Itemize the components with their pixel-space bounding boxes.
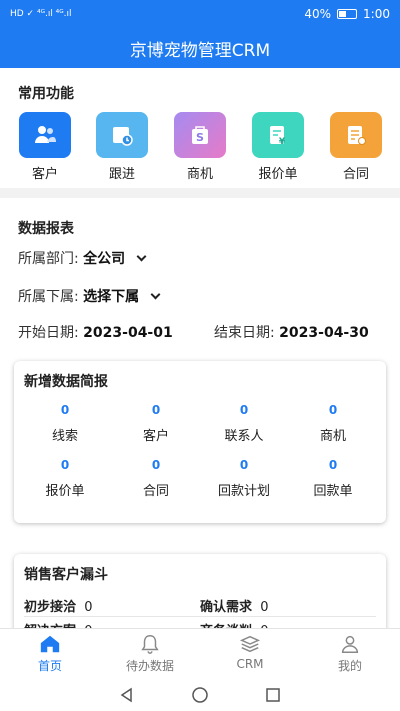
stat-label: 联系人 bbox=[224, 429, 264, 444]
recents-square-icon[interactable] bbox=[264, 686, 282, 704]
stat-value: 0 bbox=[239, 403, 249, 417]
stat-label: 客户 bbox=[142, 429, 169, 444]
status-bar: HD ✓ ⁴ᴳ.ıl ⁴ᴳ.ıl 40% 1:00 bbox=[0, 0, 400, 28]
department-selector[interactable]: 所属部门: 全公司 bbox=[18, 248, 147, 268]
bell-icon bbox=[141, 635, 159, 654]
chevron-down-icon bbox=[150, 289, 161, 300]
funnel-title: 销售客户漏斗 bbox=[24, 567, 108, 583]
battery-icon bbox=[337, 9, 358, 19]
bottom-tab-bar: 首页 待办数据 CRM 我的 bbox=[0, 628, 400, 678]
app-title: 京博宠物管理CRM bbox=[129, 40, 271, 61]
stat-contacts[interactable]: 0 联系人 bbox=[198, 403, 290, 444]
tab-label: CRM bbox=[236, 657, 264, 671]
stat-value: 0 bbox=[239, 458, 249, 472]
end-date-field[interactable]: 结束日期: 2023-04-30 bbox=[214, 322, 369, 342]
start-date-label: 开始日期: bbox=[18, 325, 79, 341]
quick-functions-title: 常用功能 bbox=[18, 86, 74, 102]
stat-payment-plans[interactable]: 0 回款计划 bbox=[198, 458, 290, 499]
stat-quotes[interactable]: 0 报价单 bbox=[19, 458, 111, 499]
stat-value: 0 bbox=[60, 458, 70, 472]
quick-item-quote[interactable]: ¥ 报价单 bbox=[248, 112, 308, 182]
stat-payment-receipts[interactable]: 0 回款单 bbox=[287, 458, 379, 499]
quick-item-label: 报价单 bbox=[258, 167, 298, 182]
divider bbox=[24, 616, 376, 617]
system-nav-bar bbox=[0, 678, 400, 711]
quick-item-label: 跟进 bbox=[108, 167, 135, 182]
stat-label: 线索 bbox=[51, 429, 78, 444]
tab-crm[interactable]: CRM bbox=[200, 629, 300, 678]
clock: 1:00 bbox=[363, 7, 390, 21]
subordinate-label: 所属下属: bbox=[18, 289, 79, 305]
quote-icon: ¥ bbox=[252, 112, 304, 158]
back-icon[interactable] bbox=[118, 686, 136, 704]
contract-icon bbox=[330, 112, 382, 158]
battery-percent: 40% bbox=[304, 7, 332, 21]
subordinate-value: 选择下属 bbox=[83, 289, 140, 305]
quick-item-label: 合同 bbox=[342, 167, 369, 182]
department-value: 全公司 bbox=[83, 251, 126, 267]
stat-value: 0 bbox=[328, 458, 338, 472]
funnel-stage-value: 0 bbox=[84, 600, 93, 615]
home-circle-icon[interactable] bbox=[191, 686, 209, 704]
department-label: 所属部门: bbox=[18, 251, 79, 267]
start-date-value: 2023-04-01 bbox=[83, 325, 173, 341]
quick-functions: 常用功能 客户 跟进 S 商机 ¥ 报价单 合同 bbox=[0, 68, 400, 188]
stat-value: 0 bbox=[328, 403, 338, 417]
tab-label: 首页 bbox=[37, 659, 62, 673]
stat-label: 报价单 bbox=[45, 484, 85, 499]
users-icon bbox=[19, 112, 71, 158]
tab-home[interactable]: 首页 bbox=[0, 629, 100, 678]
summary-title: 新增数据简报 bbox=[24, 374, 108, 390]
followup-clock-icon bbox=[96, 112, 148, 158]
home-icon bbox=[40, 635, 60, 653]
stat-label: 回款单 bbox=[313, 484, 353, 499]
funnel-stage-label: 初步接洽 bbox=[24, 600, 77, 615]
stat-value: 0 bbox=[151, 458, 161, 472]
new-data-summary-card: 新增数据简报 0 线索 0 客户 0 联系人 0 商机 0 报价单 0 合同 0… bbox=[14, 361, 386, 523]
tab-todo[interactable]: 待办数据 bbox=[100, 629, 200, 678]
chevron-down-icon bbox=[136, 251, 147, 262]
subordinate-selector[interactable]: 所属下属: 选择下属 bbox=[18, 286, 161, 306]
funnel-row: 确认需求 0 bbox=[200, 596, 269, 615]
funnel-stage-value: 0 bbox=[260, 600, 269, 615]
stat-label: 商机 bbox=[319, 429, 346, 444]
svg-text:S: S bbox=[196, 131, 204, 144]
layers-icon bbox=[239, 635, 261, 653]
data-report-title: 数据报表 bbox=[18, 221, 74, 237]
tab-label: 我的 bbox=[337, 659, 362, 673]
end-date-value: 2023-04-30 bbox=[279, 325, 369, 341]
stat-value: 0 bbox=[60, 403, 70, 417]
stat-leads[interactable]: 0 线索 bbox=[19, 403, 111, 444]
funnel-row: 初步接洽 0 bbox=[24, 596, 93, 615]
tab-label: 待办数据 bbox=[125, 659, 174, 673]
stat-value: 0 bbox=[151, 403, 161, 417]
stat-label: 回款计划 bbox=[217, 484, 270, 499]
start-date-field[interactable]: 开始日期: 2023-04-01 bbox=[18, 322, 173, 342]
stat-opportunities[interactable]: 0 商机 bbox=[287, 403, 379, 444]
end-date-label: 结束日期: bbox=[214, 325, 275, 341]
tab-mine[interactable]: 我的 bbox=[300, 629, 400, 678]
data-report: 数据报表 所属部门: 全公司 所属下属: 选择下属 开始日期: 2023-04-… bbox=[0, 198, 400, 644]
app-title-bar: 京博宠物管理CRM bbox=[0, 28, 400, 68]
stat-label: 合同 bbox=[142, 484, 169, 499]
quick-item-label: 客户 bbox=[31, 167, 58, 182]
quick-item-contract[interactable]: 合同 bbox=[326, 112, 386, 182]
quick-item-followup[interactable]: 跟进 bbox=[92, 112, 152, 182]
svg-text:¥: ¥ bbox=[279, 137, 286, 147]
stat-customers[interactable]: 0 客户 bbox=[110, 403, 202, 444]
quick-item-label: 商机 bbox=[186, 167, 213, 182]
quick-item-opportunity[interactable]: S 商机 bbox=[170, 112, 230, 182]
opportunity-bag-icon: S bbox=[174, 112, 226, 158]
status-right: 40% 1:00 bbox=[304, 7, 390, 21]
quick-item-customer[interactable]: 客户 bbox=[15, 112, 75, 182]
status-icons: HD ✓ ⁴ᴳ.ıl ⁴ᴳ.ıl bbox=[10, 9, 72, 19]
user-icon bbox=[341, 635, 359, 653]
funnel-stage-label: 确认需求 bbox=[200, 600, 253, 615]
stat-contracts[interactable]: 0 合同 bbox=[110, 458, 202, 499]
